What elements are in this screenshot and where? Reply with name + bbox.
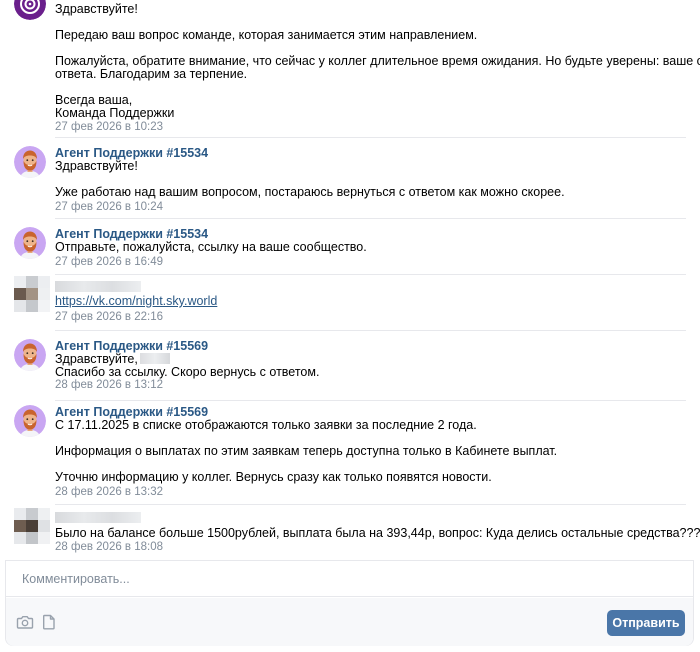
agent-avatar[interactable] bbox=[14, 339, 46, 371]
comment-timestamp[interactable]: 28 фев 2026 в 18:08 bbox=[55, 540, 163, 554]
comment-timestamp[interactable]: 27 фев 2026 в 10:23 bbox=[55, 120, 163, 134]
user-avatar[interactable] bbox=[14, 508, 50, 544]
comment-timestamp[interactable]: 28 фев 2026 в 13:12 bbox=[55, 378, 163, 392]
user-avatar[interactable] bbox=[14, 276, 50, 312]
comment-text-line: Уже работаю над вашим вопросом, постараю… bbox=[55, 185, 565, 199]
agent-face-icon bbox=[14, 227, 46, 259]
hidden-author-name bbox=[55, 281, 141, 292]
comment-timestamp[interactable]: 27 фев 2026 в 22:16 bbox=[55, 310, 163, 324]
comment-text-line: Уточню информацию у коллег. Вернусь сраз… bbox=[55, 470, 492, 484]
comment-timestamp[interactable]: 27 фев 2026 в 16:49 bbox=[55, 255, 163, 269]
hidden-author-name bbox=[55, 512, 141, 523]
comment-item: Агент Поддержки #15569 С 17.11.2025 в сп… bbox=[0, 401, 686, 505]
agent-avatar[interactable] bbox=[14, 146, 46, 178]
comment-text-line: Здравствуйте! bbox=[55, 159, 138, 173]
support-logo-avatar[interactable] bbox=[14, 0, 46, 20]
comment-text-line: Здравствуйте! bbox=[55, 2, 138, 16]
comment-text-line: Отправьте, пожалуйста, ссылку на ваше со… bbox=[55, 240, 367, 254]
comment-text-line: ответа. Благодарим за терпение. bbox=[55, 67, 248, 81]
comment-item: Агент Поддержки #15534 Здравствуйте! Уже… bbox=[0, 138, 686, 219]
comment-thread: Здравствуйте! Передаю ваш вопрос команде… bbox=[0, 0, 700, 560]
comment-item: https://vk.com/night.sky.world 27 фев 20… bbox=[0, 275, 686, 331]
document-icon[interactable] bbox=[40, 613, 58, 631]
agent-face-icon bbox=[14, 405, 46, 437]
support-logo-icon bbox=[14, 0, 46, 20]
comment-input[interactable] bbox=[6, 561, 693, 597]
composer-toolbar: Отправить bbox=[6, 598, 693, 646]
comment-item: Агент Поддержки #15569 Здравствуйте, Спа… bbox=[0, 331, 686, 401]
comment-text-line: Информация о выплатах по этим заявкам те… bbox=[55, 444, 558, 458]
comment-item: Агент Поддержки #15534 Отправьте, пожалу… bbox=[0, 219, 686, 275]
camera-icon[interactable] bbox=[16, 613, 34, 631]
agent-face-icon bbox=[14, 146, 46, 178]
comment-text-line: С 17.11.2025 в списке отображаются тольк… bbox=[55, 418, 477, 432]
community-link[interactable]: https://vk.com/night.sky.world bbox=[55, 293, 217, 310]
send-button[interactable]: Отправить bbox=[607, 610, 685, 636]
agent-avatar[interactable] bbox=[14, 227, 46, 259]
comment-item: Здравствуйте! Передаю ваш вопрос команде… bbox=[0, 0, 700, 138]
agent-avatar[interactable] bbox=[14, 405, 46, 437]
agent-face-icon bbox=[14, 339, 46, 371]
comment-timestamp[interactable]: 28 фев 2026 в 13:32 bbox=[55, 485, 163, 499]
comment-composer: Отправить bbox=[5, 560, 694, 646]
hidden-user-name bbox=[139, 353, 170, 364]
comment-timestamp[interactable]: 27 фев 2026 в 10:24 bbox=[55, 200, 163, 214]
comment-text-line: Передаю ваш вопрос команде, которая зани… bbox=[55, 28, 478, 42]
comment-item: Было на балансе больше 1500рублей, выпла… bbox=[0, 505, 700, 560]
